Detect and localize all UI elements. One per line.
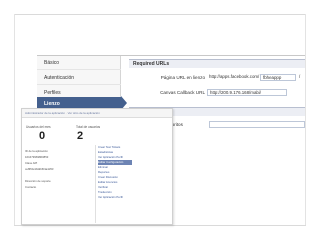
frame-line-left xyxy=(14,14,15,226)
stat-value-total: 2 xyxy=(77,130,84,142)
inset-header: Administrador de la aplicación · Ver sit… xyxy=(22,109,172,118)
settings-sidebar: Básico Autenticación Perfiles Lienzo xyxy=(37,56,121,115)
app-info-line: Dirección de soporte xyxy=(25,179,51,183)
inset-header-text: Administrador de la aplicación · Ver sit… xyxy=(25,111,100,115)
frame-line-bottom xyxy=(14,225,306,226)
app-info-line: Contacto xyxy=(25,185,37,189)
menu-item[interactable]: Ver Aplicación Perfil xyxy=(98,195,132,200)
canvas-page-url-prefix: http://apps.facebook.com/ xyxy=(209,74,260,79)
canvas-page-url-input[interactable]: fbheappp xyxy=(260,74,296,81)
sidebar-item-basico[interactable]: Básico xyxy=(37,56,121,70)
canvas-page-url-suffix: / xyxy=(299,74,301,79)
bookmark-url-input[interactable] xyxy=(209,121,305,128)
inset-action-menu: Crear Test Tickets Estadísticas Ver Apli… xyxy=(95,145,132,223)
app-info-line: ce8f64cdfa9b6f4a4d53 xyxy=(25,167,54,171)
frame-line-top xyxy=(14,14,306,15)
stat-label-total: Total de usuarios xyxy=(76,125,101,129)
stat-label-monthly: Usuarios del mes xyxy=(26,125,51,129)
frame-line-right xyxy=(305,14,306,226)
app-info-line: 161679969860853 xyxy=(25,155,49,159)
canvas-page-url-label: Página URL en lienzo xyxy=(160,75,205,80)
sidebar-item-label: Perfiles xyxy=(44,90,61,96)
presentation-slide: Básico Autenticación Perfiles Lienzo Req… xyxy=(0,0,320,240)
inset-app-dashboard-screenshot: Administrador de la aplicación · Ver sit… xyxy=(21,108,173,225)
canvas-callback-url-input[interactable]: http://200.9.176.168/mabi/ xyxy=(207,89,287,96)
canvas-callback-url-label: Canvas Callback URL xyxy=(160,90,205,95)
section-header-required: Required URLs xyxy=(129,59,305,68)
sidebar-item-label: Lienzo xyxy=(44,101,60,107)
sidebar-item-label: Básico xyxy=(44,60,60,66)
sidebar-item-label: Autenticación xyxy=(44,75,75,81)
app-info-line: ID de la aplicación xyxy=(25,149,48,153)
stat-value-monthly: 0 xyxy=(39,130,46,142)
sidebar-item-autenticacion[interactable]: Autenticación xyxy=(37,71,121,85)
app-info-line: Clave API xyxy=(25,161,38,165)
